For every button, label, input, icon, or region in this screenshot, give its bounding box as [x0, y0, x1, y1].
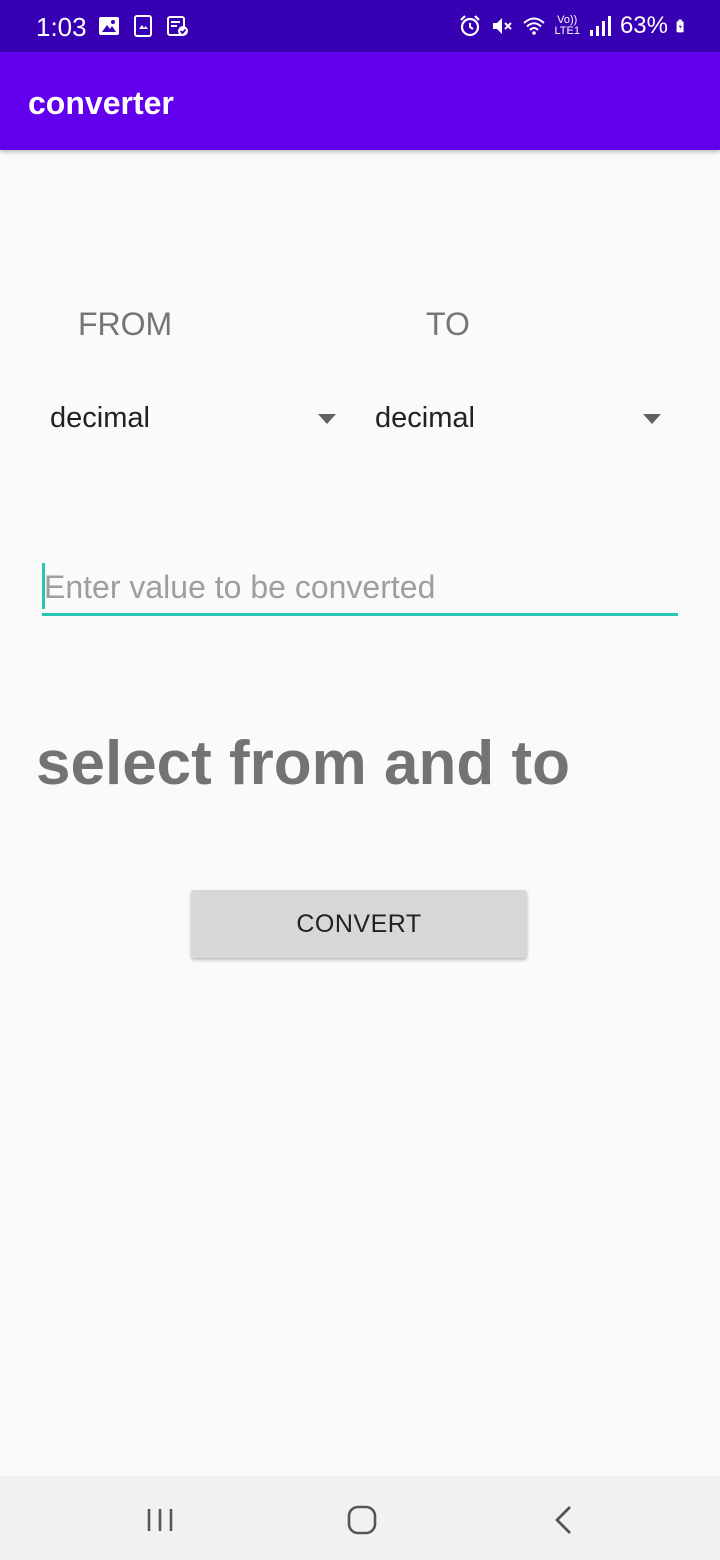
battery-percent: 63%	[619, 12, 668, 39]
convert-button[interactable]: CONVERT	[191, 890, 527, 958]
value-input-container	[42, 560, 678, 618]
from-unit-spinner[interactable]: decimal	[48, 392, 338, 448]
app-bar: converter	[0, 52, 720, 150]
mute-icon	[493, 18, 513, 34]
navigation-bar	[0, 1476, 720, 1560]
from-unit-value: decimal	[50, 402, 150, 434]
result-text: select from and to	[36, 729, 570, 798]
volte-icon: Vo)) LTE1	[554, 14, 580, 37]
recents-icon[interactable]	[140, 1500, 180, 1540]
task-check-icon	[167, 16, 188, 36]
to-unit-value: decimal	[375, 402, 475, 434]
battery-icon	[676, 19, 684, 33]
back-icon[interactable]	[544, 1500, 584, 1540]
app-title: converter	[28, 85, 174, 121]
status-time: 1:03	[36, 12, 87, 42]
text-cursor	[42, 563, 45, 609]
alarm-icon	[460, 15, 481, 37]
dropdown-arrow-icon	[318, 414, 336, 424]
from-label: FROM	[78, 306, 173, 342]
value-input[interactable]	[42, 560, 678, 614]
dropdown-arrow-icon	[643, 414, 661, 424]
photo-sync-icon	[134, 15, 152, 37]
to-label: TO	[426, 306, 470, 342]
status-right-icons: Vo)) LTE1 63%	[458, 12, 690, 40]
home-icon[interactable]	[342, 1500, 382, 1540]
input-underline	[42, 613, 678, 616]
status-left-icons	[97, 14, 189, 38]
to-unit-spinner[interactable]: decimal	[373, 392, 663, 448]
signal-icon	[589, 16, 611, 36]
wifi-icon	[523, 17, 546, 35]
gallery-icon	[99, 17, 119, 35]
status-bar: 1:03 Vo)) LTE1 63%	[0, 0, 720, 52]
